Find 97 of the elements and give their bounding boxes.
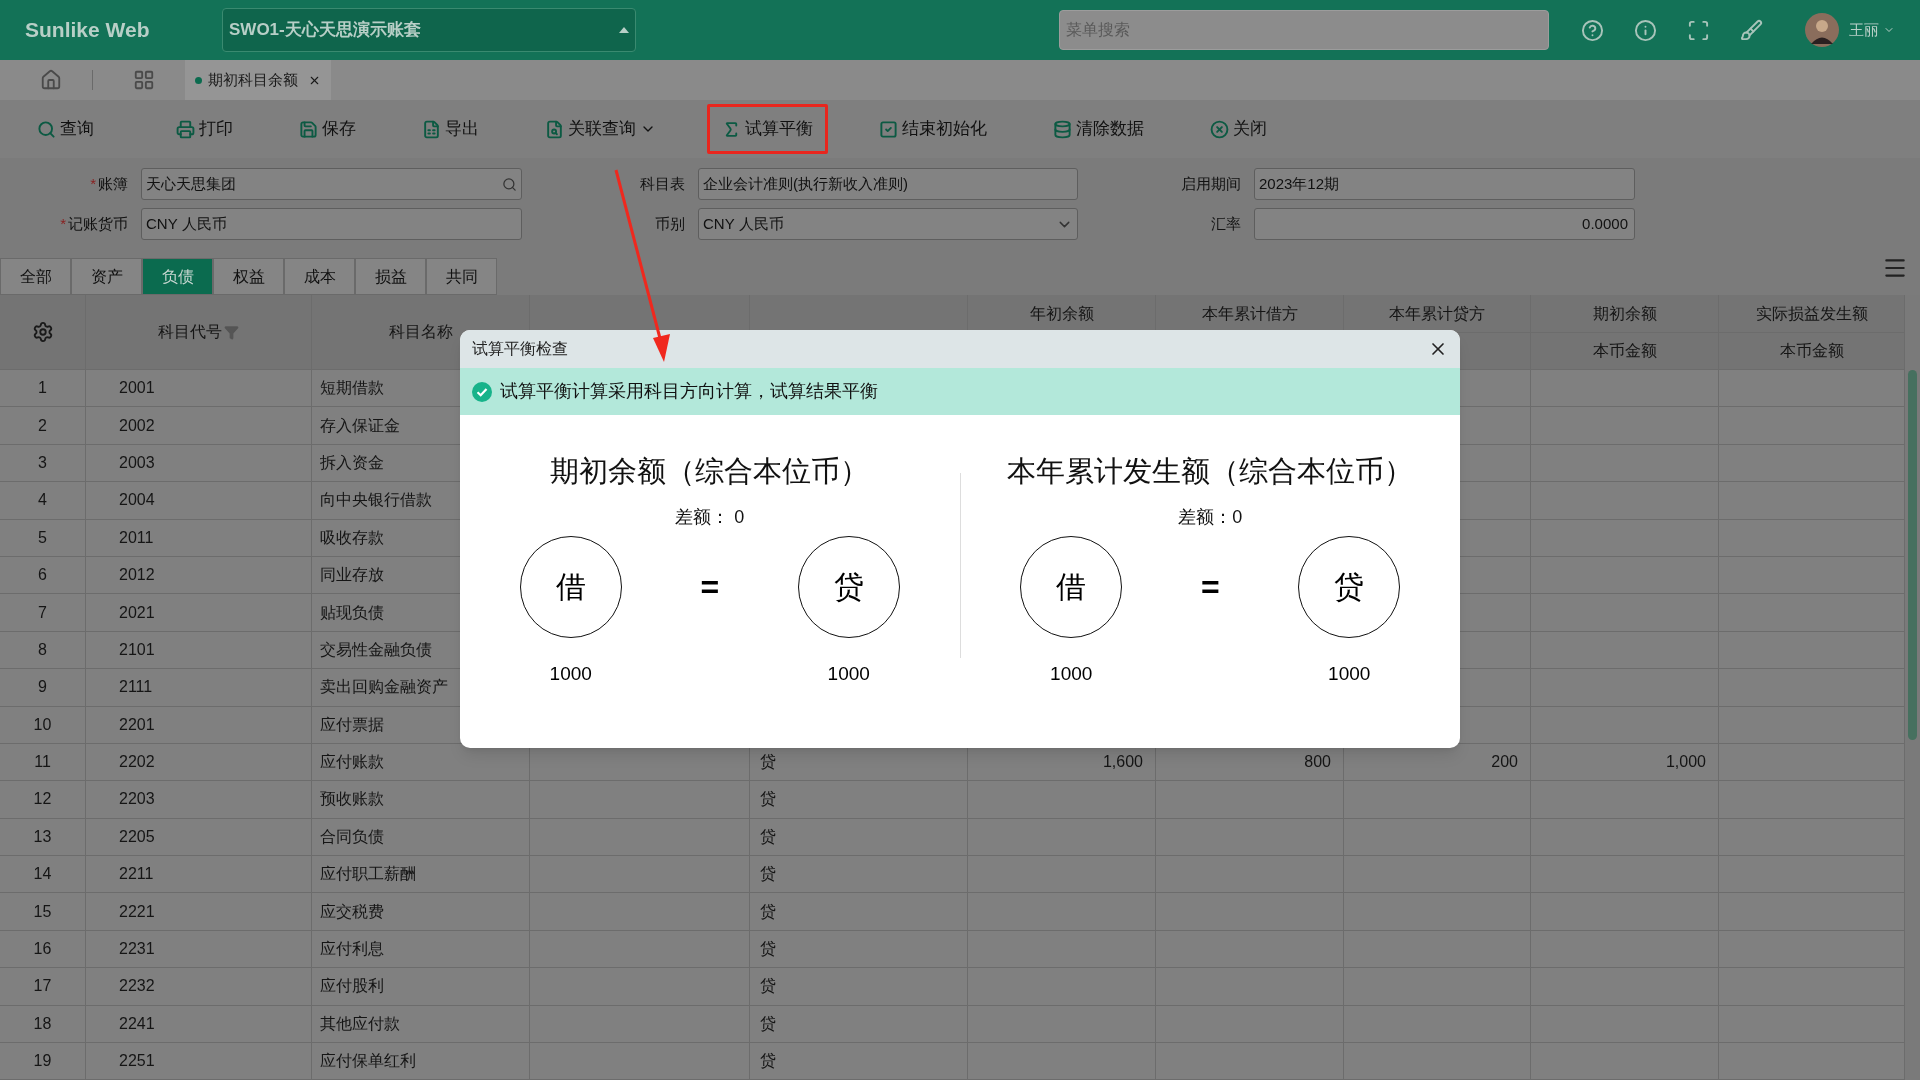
panel-title: 本年累计发生额（综合本位币） [1007,454,1414,489]
spreadsheet-icon [422,119,441,139]
field-label: 汇率 [1211,213,1241,234]
table-cell: 2221 [86,893,312,931]
form-field[interactable]: 2023年12期 [1254,168,1635,200]
category-tab[interactable]: 损益 [355,258,426,295]
toolbar-button[interactable]: 打印 [161,104,248,154]
credit-value: 1000 [1328,661,1371,686]
field-label: 账簿 [98,173,128,194]
check-circle-icon [472,381,492,402]
category-tab[interactable]: 负债 [142,258,213,295]
dialog-title: 试算平衡检查 [472,339,568,359]
table-cell: 2011 [86,519,312,557]
toolbar-button[interactable]: 结束初始化 [864,104,1002,154]
row-number: 9 [0,669,86,707]
form-field[interactable]: 0.0000 [1254,208,1635,240]
help-icon[interactable] [1581,18,1604,42]
check-square-icon [879,119,898,139]
form-field[interactable]: 天心天思集团 [141,168,522,200]
table-cell: 贷 [750,968,968,1006]
row-number: 4 [0,482,86,520]
category-tab[interactable]: 权益 [213,258,284,295]
category-tab[interactable]: 资产 [71,258,142,295]
document-search-icon [545,119,564,139]
info-icon[interactable] [1634,18,1657,42]
row-number: 15 [0,893,86,931]
table-cell: 2021 [86,594,312,632]
database-icon [1053,119,1072,139]
close-icon [1210,119,1229,139]
currency-select[interactable]: CNY 人民币 [698,208,1078,240]
table-cell: 应付股利 [312,968,530,1006]
search-icon [37,119,56,139]
equals-sign: = [1199,567,1221,607]
panel-title: 期初余额（综合本位币） [550,454,870,489]
column-header: 期初余额 [1531,295,1719,333]
caret-icon [619,27,629,33]
debit-value: 1000 [549,661,592,686]
field-label: 记账货币 [68,213,128,234]
toolbar-button[interactable]: 查询 [22,104,109,154]
filter-icon[interactable] [224,324,239,340]
brand-name: Sunlike Web [25,17,151,44]
avatar[interactable] [1805,13,1839,47]
toolbar-button[interactable]: 试算平衡 [707,104,828,154]
required-marker: * [60,213,66,234]
column-header: 科目代号 [158,322,222,342]
account-set-select[interactable]: SWO1-天心天思演示账套 [222,8,636,52]
table-cell: 贷 [750,893,968,931]
difference-text: 差额： 0 [675,505,745,529]
table-cell: 2002 [86,407,312,445]
category-tab[interactable]: 成本 [284,258,355,295]
row-number: 17 [0,968,86,1006]
table-cell: 2111 [86,669,312,707]
table-cell: 贷 [750,781,968,819]
table-cell: 预收账款 [312,781,530,819]
search-icon[interactable] [502,176,517,192]
row-number: 2 [0,407,86,445]
user-name[interactable]: 王丽 [1849,18,1879,42]
table-cell: 贷 [750,1043,968,1080]
table-cell: 应付保单红利 [312,1043,530,1080]
credit-value: 1000 [827,661,870,686]
toolbar-button[interactable]: 清除数据 [1038,104,1159,154]
required-marker: * [90,173,96,194]
row-number: 12 [0,781,86,819]
toolbar-button[interactable]: 关闭 [1195,104,1282,154]
row-number: 10 [0,706,86,744]
category-tab[interactable]: 共同 [426,258,497,295]
table-cell: 2201 [86,706,312,744]
field-label: 科目表 [640,173,685,194]
printer-icon [176,119,195,139]
row-number: 5 [0,519,86,557]
settings-icon[interactable] [31,321,54,343]
fullscreen-icon[interactable] [1687,18,1710,42]
row-number: 19 [0,1043,86,1080]
save-icon [299,119,318,139]
home-icon[interactable] [40,69,62,91]
toolbar-button[interactable]: 保存 [284,104,371,154]
category-tab[interactable]: 全部 [0,258,71,295]
equals-sign: = [699,567,721,607]
field-label: 启用期间 [1181,173,1241,194]
column-header: 科目名称 [388,322,453,342]
table-cell: 2004 [86,482,312,520]
brush-icon[interactable] [1740,18,1763,42]
scrollbar-thumb[interactable] [1908,370,1917,740]
page-tab[interactable]: 期初科目余额 [185,60,331,100]
toolbar-button[interactable]: 关联查询 [530,104,671,154]
grid-icon[interactable] [133,69,155,91]
table-cell: 2232 [86,968,312,1006]
form-field[interactable]: 企业会计准则(执行新收入准则) [698,168,1078,200]
debit-value: 1000 [1050,661,1093,686]
form-field[interactable]: CNY 人民币 [141,208,522,240]
table-cell: 2203 [86,781,312,819]
row-number: 7 [0,594,86,632]
table-cell: 应交税费 [312,893,530,931]
table-cell: 2251 [86,1043,312,1080]
toolbar-button[interactable]: 导出 [407,104,494,154]
field-label: 币别 [655,213,685,234]
difference-text: 差额：0 [1178,505,1243,529]
